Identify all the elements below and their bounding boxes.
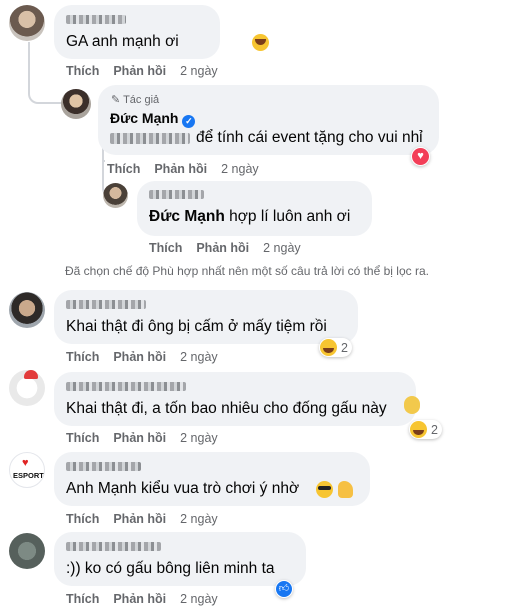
like-button[interactable]: Thích <box>66 431 99 445</box>
reaction-summary[interactable]: 2 <box>319 338 352 357</box>
timestamp[interactable]: 2 ngày <box>180 592 218 606</box>
verified-badge-icon: ✓ <box>182 115 196 128</box>
avatar[interactable] <box>61 89 91 119</box>
author-name[interactable] <box>66 300 146 309</box>
mention-link[interactable]: Đức Mạnh <box>149 208 225 225</box>
like-reaction-icon: 👍︎ <box>276 581 292 597</box>
comment-actions: Thích Phản hồi 2 ngày <box>107 162 259 176</box>
comment-bubble: Anh Mạnh kiểu vua trò chơi ý nhờ <box>54 452 370 506</box>
comment-bubble: GA anh mạnh ơi <box>54 5 269 59</box>
comment-bubble: ✎ Tác giả Đức Mạnh ✓ để tính cái event t… <box>98 85 439 155</box>
avatar[interactable] <box>9 533 45 569</box>
author-name[interactable] <box>66 15 126 24</box>
author-name[interactable] <box>66 542 161 551</box>
avatar[interactable] <box>9 5 45 41</box>
reaction-count: 2 <box>431 422 438 437</box>
timestamp[interactable]: 2 ngày <box>180 350 218 364</box>
thread-line <box>28 100 30 270</box>
filter-notice: Đã chọn chế độ Phù hợp nhất nên một số c… <box>65 264 429 278</box>
like-button[interactable]: Thích <box>66 592 99 606</box>
author-name[interactable] <box>149 190 204 199</box>
like-button[interactable]: Thích <box>66 350 99 364</box>
timestamp[interactable]: 2 ngày <box>180 431 218 445</box>
comment-text: Khai thật đi, a tốn bao nhiêu cho đống g… <box>66 400 387 417</box>
avatar[interactable] <box>103 183 128 208</box>
comment-bubble: Khai thật đi ông bị cấm ở mấy tiệm rồi <box>54 290 358 344</box>
comment-text: để tính cái event tặng cho vui nhỉ <box>196 129 423 146</box>
comment-actions: Thích Phản hồi 2 ngày <box>66 512 218 526</box>
reply-button[interactable]: Phản hồi <box>113 431 166 445</box>
laughing-emoji-icon <box>252 34 269 51</box>
comment-text: :)) ko có gấu bông liên minh ta <box>66 560 275 577</box>
blurred-mention <box>110 133 190 144</box>
comment-bubble: Khai thật đi, a tốn bao nhiêu cho đống g… <box>54 372 420 426</box>
reaction-count: 2 <box>341 340 348 355</box>
avatar-text: ESPORT <box>13 471 44 480</box>
heart-icon: ♥ <box>22 457 29 469</box>
pencil-icon: ✎ <box>111 94 121 106</box>
reply-button[interactable]: Phản hồi <box>196 241 249 255</box>
reply-button[interactable]: Phản hồi <box>113 592 166 606</box>
like-button[interactable]: Thích <box>107 162 140 176</box>
comment-text: Khai thật đi ông bị cấm ở mấy tiệm rồi <box>66 318 327 335</box>
timestamp[interactable]: 2 ngày <box>180 512 218 526</box>
sunglasses-emoji-icon <box>316 481 333 498</box>
comment-actions: Thích Phản hồi 2 ngày <box>66 350 218 364</box>
author-badge: ✎ Tác giả <box>111 94 160 106</box>
bear-sticker-icon <box>404 396 420 414</box>
like-button[interactable]: Thích <box>66 512 99 526</box>
comment-actions: Thích Phản hồi 2 ngày <box>149 241 301 255</box>
comment-text: Đức Mạnh hợp lí luôn anh ơi <box>149 208 351 225</box>
reaction-summary[interactable]: 👍︎ <box>275 580 293 598</box>
reply-button[interactable]: Phản hồi <box>113 512 166 526</box>
timestamp[interactable]: 2 ngày <box>221 162 259 176</box>
avatar[interactable] <box>9 292 45 328</box>
comment-bubble: :)) ko có gấu bông liên minh ta <box>54 532 306 586</box>
love-reaction-icon: ♥ <box>412 148 429 165</box>
author-name[interactable] <box>66 382 186 391</box>
reply-button[interactable]: Phản hồi <box>113 350 166 364</box>
flexed-biceps-icon <box>338 481 353 498</box>
comment-text: GA anh mạnh ơi <box>66 33 179 50</box>
like-button[interactable]: Thích <box>66 64 99 78</box>
haha-reaction-icon <box>320 339 337 356</box>
comment-text: Anh Mạnh kiểu vua trò chơi ý nhờ <box>66 480 300 497</box>
reaction-summary[interactable]: 2 <box>409 420 442 439</box>
comment-actions: Thích Phản hồi 2 ngày <box>66 431 218 445</box>
author-name[interactable] <box>66 462 141 471</box>
like-button[interactable]: Thích <box>149 241 182 255</box>
santa-hat-icon <box>24 370 38 379</box>
comment-actions: Thích Phản hồi 2 ngày <box>66 64 218 78</box>
reply-button[interactable]: Phản hồi <box>154 162 207 176</box>
timestamp[interactable]: 2 ngày <box>263 241 301 255</box>
reaction-summary[interactable]: ♥ <box>411 147 430 166</box>
avatar[interactable]: ♥ ESPORT <box>9 452 45 488</box>
haha-reaction-icon <box>410 421 427 438</box>
comment-actions: Thích Phản hồi 2 ngày <box>66 592 218 606</box>
comment-bubble: Đức Mạnh hợp lí luôn anh ơi <box>137 181 372 236</box>
timestamp[interactable]: 2 ngày <box>180 64 218 78</box>
author-name[interactable]: Đức Mạnh ✓ <box>110 110 196 128</box>
reply-button[interactable]: Phản hồi <box>113 64 166 78</box>
